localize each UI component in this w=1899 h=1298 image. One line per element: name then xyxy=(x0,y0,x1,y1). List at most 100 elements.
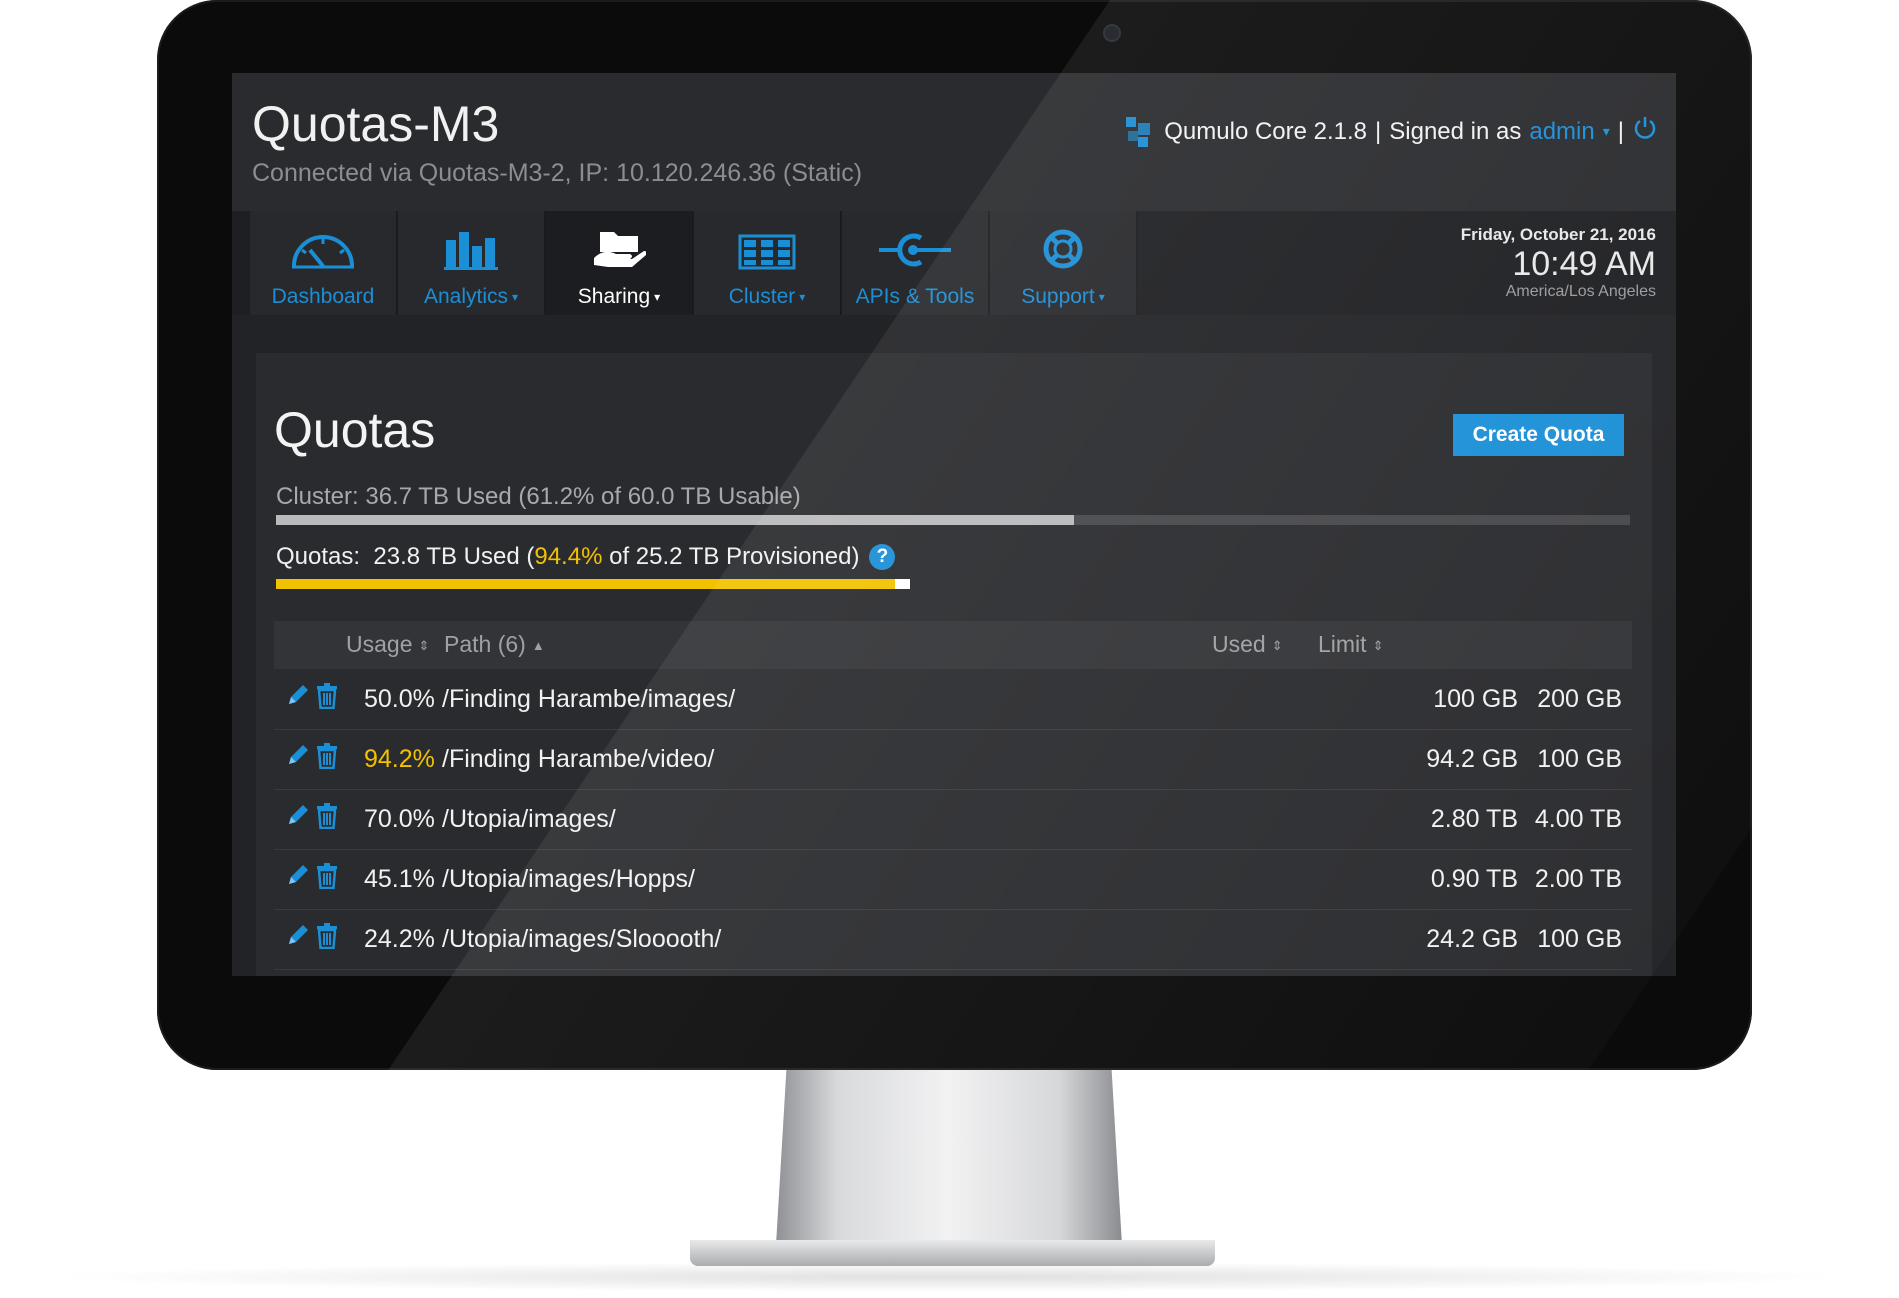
edit-icon[interactable] xyxy=(286,743,310,774)
cluster-usage-text: Cluster: 36.7 TB Used (61.2% of 60.0 TB … xyxy=(276,483,801,510)
clock: Friday, October 21, 2016 10:49 AM Americ… xyxy=(1461,225,1656,301)
used-cell: 100 GB xyxy=(1433,685,1518,713)
delete-icon[interactable] xyxy=(316,683,338,716)
api-connector-icon xyxy=(877,230,953,275)
delete-icon[interactable] xyxy=(316,803,338,836)
usage-cell: 45.1% xyxy=(364,865,435,893)
column-usage[interactable]: Usage ⇕ xyxy=(346,631,429,658)
tab-label: Cluster xyxy=(728,285,796,308)
cluster-usage-fill xyxy=(276,515,1074,525)
edit-icon[interactable] xyxy=(286,683,310,714)
delete-icon[interactable] xyxy=(316,743,338,776)
separator: | xyxy=(1617,117,1624,145)
monitor-stand xyxy=(776,1070,1122,1245)
help-icon[interactable]: ? xyxy=(869,544,896,570)
chevron-down-icon: ▾ xyxy=(799,290,806,305)
used-cell: 94.2 GB xyxy=(1426,745,1518,773)
bar-chart-icon xyxy=(444,230,498,275)
tab-label: Dashboard xyxy=(271,285,375,308)
table-row: 24.2%/Utopia/images/Slooooth/24.2 GB 100 … xyxy=(274,909,1632,970)
tab-cluster[interactable]: Cluster ▾ xyxy=(694,211,842,315)
chevron-down-icon: ▾ xyxy=(654,290,661,305)
path-cell[interactable]: /Utopia/images/Slooooth/ xyxy=(442,925,721,954)
limit-cell: 100 GB xyxy=(1537,745,1622,773)
current-time: 10:49 AM xyxy=(1512,245,1656,283)
limit-cell: 4.00 TB xyxy=(1534,805,1622,833)
edit-icon[interactable] xyxy=(286,863,310,894)
table-row: 50.0%/Finding Harambe/images/100 GB 200 G… xyxy=(274,669,1632,730)
delete-icon[interactable] xyxy=(316,863,338,896)
delete-icon[interactable] xyxy=(316,923,338,956)
tab-dashboard[interactable]: Dashboard xyxy=(250,211,398,315)
page-title: Quotas xyxy=(274,402,436,458)
power-icon[interactable] xyxy=(1632,115,1658,148)
monitor-stand-base xyxy=(690,1240,1215,1266)
table-row: 94.2%/Finding Harambe/video/94.2 GB 100 G… xyxy=(274,729,1632,790)
edit-icon[interactable] xyxy=(286,923,310,954)
used-cell: 2.80 TB xyxy=(1430,805,1518,833)
used-cell: 0.90 TB xyxy=(1430,865,1518,893)
column-limit[interactable]: Limit ⇕ xyxy=(1318,631,1383,658)
main-nav: Dashboard Analytics ▾ Sharing ▾ Cluster ▾ A… xyxy=(232,211,1676,315)
lifebuoy-icon xyxy=(1042,228,1084,275)
usage-cell: 70.0% xyxy=(364,805,435,833)
table-row: 45.1%/Utopia/images/Hopps/0.90 TB 2.00 TB xyxy=(274,849,1632,910)
header: Quotas-M3 Connected via Quotas-M3-2, IP:… xyxy=(232,73,1676,211)
shared-folder-icon xyxy=(592,228,647,275)
sort-icon: ⇕ xyxy=(1271,637,1283,653)
tab-label: Analytics xyxy=(423,285,508,308)
cluster-name: Quotas-M3 xyxy=(252,96,500,152)
server-grid-icon xyxy=(738,234,796,275)
chevron-down-icon[interactable]: ▾ xyxy=(1603,123,1610,140)
limit-cell: 200 GB xyxy=(1537,685,1622,713)
quota-usage-fill xyxy=(276,579,895,589)
usage-cell: 94.2% xyxy=(364,745,435,773)
quotas-panel: Quotas Create Quota Cluster: 36.7 TB Use… xyxy=(256,353,1652,976)
usage-cell: 50.0% xyxy=(364,685,435,713)
sort-icon: ⇕ xyxy=(418,637,430,653)
product-version: Qumulo Core 2.1.8 xyxy=(1164,117,1368,145)
path-cell[interactable]: /Utopia/images/Hopps/ xyxy=(442,865,695,894)
path-cell[interactable]: /Finding Harambe/images/ xyxy=(442,685,735,714)
path-cell[interactable]: /Utopia/images/ xyxy=(442,805,616,834)
quota-usage-suffix: of 25.2 TB Provisioned) xyxy=(602,543,860,570)
camera-icon xyxy=(1103,24,1121,42)
qumulo-logo-icon xyxy=(1126,116,1152,147)
current-date: Friday, October 21, 2016 xyxy=(1460,225,1656,244)
tab-apis-tools[interactable]: APIs & Tools xyxy=(842,211,990,315)
usage-cell: 24.2% xyxy=(364,925,435,953)
cluster-usage-bar xyxy=(276,515,1630,525)
chevron-down-icon: ▾ xyxy=(1098,290,1105,305)
column-used[interactable]: Used ⇕ xyxy=(1212,631,1283,658)
tab-label: Support xyxy=(1021,285,1095,308)
stand-shadow xyxy=(40,1262,1860,1292)
user-bar: Qumulo Core 2.1.8 | Signed in as admin ▾… xyxy=(1126,115,1658,148)
timezone: America/Los Angeles xyxy=(1505,283,1656,300)
limit-cell: 2.00 TB xyxy=(1534,865,1622,893)
separator: | xyxy=(1375,117,1382,145)
table-row: 70.0%/Utopia/images/2.80 TB 4.00 TB xyxy=(274,789,1632,850)
quota-usage-percent: 94.4% xyxy=(534,543,603,570)
chevron-down-icon: ▾ xyxy=(512,290,519,305)
edit-icon[interactable] xyxy=(286,803,310,834)
gauge-icon xyxy=(290,230,356,275)
tab-support[interactable]: Support ▾ xyxy=(990,211,1138,315)
tab-label: APIs & Tools xyxy=(855,285,975,308)
path-cell[interactable]: /Finding Harambe/video/ xyxy=(442,745,714,774)
tab-label: Sharing xyxy=(577,285,651,308)
table-header: Usage ⇕ Path (6) ▲ Used ⇕ Limit ⇕ xyxy=(274,621,1632,669)
user-menu[interactable]: admin xyxy=(1529,118,1594,146)
tab-analytics[interactable]: Analytics ▾ xyxy=(398,211,546,315)
connection-info: Connected via Quotas-M3-2, IP: 10.120.24… xyxy=(252,159,863,187)
app-window: Quotas-M3 Connected via Quotas-M3-2, IP:… xyxy=(232,73,1676,976)
column-path[interactable]: Path (6) ▲ xyxy=(444,631,545,658)
tab-sharing[interactable]: Sharing ▾ xyxy=(546,211,694,315)
sort-ascending-icon: ▲ xyxy=(531,638,545,654)
signed-in-label: Signed in as xyxy=(1389,117,1522,145)
limit-cell: 100 GB xyxy=(1537,925,1622,953)
sort-icon: ⇕ xyxy=(1372,637,1384,653)
create-quota-button[interactable]: Create Quota xyxy=(1453,414,1624,456)
quota-usage-bar xyxy=(276,579,910,589)
quota-usage-text: Quotas: 23.8 TB Used ( 94.4% of 25.2 TB … xyxy=(276,543,896,571)
quota-usage-prefix: Quotas: 23.8 TB Used ( xyxy=(276,543,535,570)
